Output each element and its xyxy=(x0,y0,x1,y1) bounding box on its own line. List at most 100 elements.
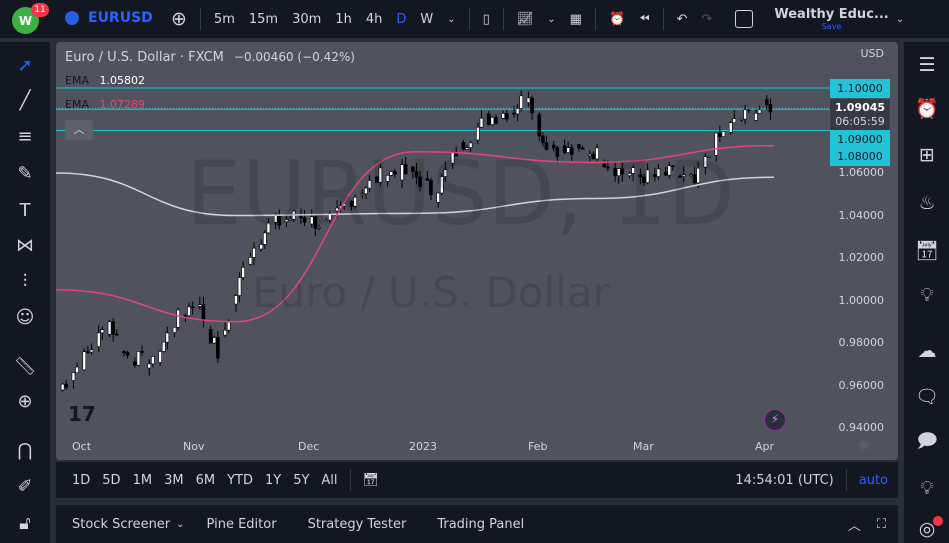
brush-icon[interactable]: ✎ xyxy=(13,162,37,186)
ema-value: 1.07289 xyxy=(99,98,145,111)
trend-line-icon[interactable]: ╱ xyxy=(13,89,37,113)
layout-grid-icon[interactable]: ▦ xyxy=(570,12,582,27)
chevron-down-icon[interactable]: ⌄ xyxy=(896,14,904,25)
unlock-icon[interactable]: 🔓︎ xyxy=(13,512,37,536)
candle-body xyxy=(512,112,516,115)
candle-body xyxy=(114,333,119,336)
undo-icon[interactable]: ↶ xyxy=(677,12,688,27)
cursor-icon[interactable]: ➚ xyxy=(13,54,37,78)
interval-1h[interactable]: 1h xyxy=(335,12,352,27)
ruler-icon[interactable]: 📏︎ xyxy=(13,355,37,379)
tab-stock-screener[interactable]: Stock Screener xyxy=(72,517,170,532)
interval-d[interactable]: D xyxy=(396,12,406,27)
candle-body xyxy=(754,112,758,121)
save-label[interactable]: Save xyxy=(774,22,888,31)
ema-legend-1[interactable]: EMA 1.05802 xyxy=(65,74,145,87)
tab-trading-panel[interactable]: Trading Panel xyxy=(437,517,524,532)
ema-legend-2[interactable]: EMA 1.07289 xyxy=(65,98,145,111)
add-symbol-icon[interactable]: ⊕ xyxy=(171,8,187,30)
candle-body xyxy=(122,351,126,353)
candle-body xyxy=(100,329,105,334)
price-chart[interactable] xyxy=(56,42,898,460)
prediction-icon[interactable]: ⫶ xyxy=(13,270,37,294)
messages-icon[interactable]: 🗩︎ xyxy=(914,428,940,454)
candle-body xyxy=(768,104,773,113)
candle-body xyxy=(133,361,137,366)
range-1m[interactable]: 1M xyxy=(133,473,153,488)
candles-icon[interactable]: ▯ xyxy=(483,12,490,27)
pattern-icon[interactable]: ⋈ xyxy=(13,234,37,258)
range-5y[interactable]: 5Y xyxy=(293,473,309,488)
chevron-down-icon[interactable]: ⌄ xyxy=(447,14,455,25)
interval-w[interactable]: W xyxy=(420,12,433,27)
chart-pane[interactable]: EURUSD, 1D Euro / U.S. Dollar Euro / U.S… xyxy=(56,42,898,460)
redo-icon[interactable]: ↷ xyxy=(701,12,712,27)
text-icon[interactable]: T xyxy=(13,199,37,223)
lightning-icon[interactable]: ⚡︎ xyxy=(764,409,786,431)
interval-30m[interactable]: 30m xyxy=(292,12,321,27)
tab-pine-editor[interactable]: Pine Editor xyxy=(207,517,277,532)
symbol-title[interactable]: Euro / U.S. Dollar · FXCM xyxy=(65,50,224,65)
top-toolbar: W 11 EURUSD ⊕ 5m 15m 30m 1h 4h D W ⌄ ▯ 📈… xyxy=(0,0,949,38)
clock-time[interactable]: 14:54:01 (UTC) xyxy=(735,473,833,488)
settings-sun-icon[interactable]: ☼ xyxy=(857,437,870,455)
auto-scale-button[interactable]: auto xyxy=(859,473,888,488)
tab-strategy-tester[interactable]: Strategy Tester xyxy=(308,517,407,532)
candle-body xyxy=(718,132,722,137)
candle-body xyxy=(125,352,130,356)
last-price-label: 1.09045 06:05:59 xyxy=(830,99,890,130)
candle-body xyxy=(476,126,480,141)
zoom-icon[interactable]: ⊕ xyxy=(13,390,37,414)
candle-body xyxy=(504,113,509,120)
chevron-down-icon[interactable]: ⌄ xyxy=(547,14,555,25)
lock-drawing-icon[interactable]: ✐ xyxy=(13,475,37,499)
calendar-icon[interactable]: 📅︎ xyxy=(914,238,940,264)
interval-4h[interactable]: 4h xyxy=(366,12,383,27)
indicators-icon[interactable]: 📈︎ xyxy=(517,12,534,27)
interval-15m[interactable]: 15m xyxy=(249,12,278,27)
range-all[interactable]: All xyxy=(321,473,337,488)
add-list-icon[interactable]: ⊞ xyxy=(914,142,940,168)
alert-label-1[interactable]: 1.10000 xyxy=(830,79,890,98)
collapse-legend-button[interactable]: ︿ xyxy=(65,120,93,140)
emoji-icon[interactable]: ☺ xyxy=(13,306,37,330)
chat-icon[interactable]: 🗨︎ xyxy=(914,384,940,410)
watermark-symbol: EURUSD, 1D xyxy=(186,142,735,245)
cloud-icon[interactable]: ☁ xyxy=(914,338,940,364)
range-1y[interactable]: 1Y xyxy=(265,473,281,488)
range-6m[interactable]: 6M xyxy=(196,473,216,488)
replay-icon[interactable]: ⏪︎ xyxy=(639,12,649,27)
alert-add-icon[interactable]: ⏰ xyxy=(609,12,625,27)
candle-body xyxy=(486,113,491,125)
candle-body xyxy=(201,304,206,322)
goto-date-icon[interactable]: 📅︎ xyxy=(363,473,380,488)
candle-body xyxy=(728,122,733,133)
alarm-clock-icon[interactable]: ⏰ xyxy=(914,96,940,122)
range-ytd[interactable]: YTD xyxy=(227,473,253,488)
candle-body xyxy=(82,351,87,371)
candle-body xyxy=(519,95,524,109)
chevron-down-icon[interactable]: ⌄ xyxy=(176,519,184,530)
drawing-toolbar: ➚ ╱ ≡ ✎ T ⋈ ⫶ ☺ 📏︎ ⊕ ⋂ ✐ 🔓︎ xyxy=(0,42,50,543)
price-tick: 1.00000 xyxy=(838,294,885,307)
ideas-bulb-icon[interactable]: 💡︎ xyxy=(914,282,940,308)
candle-body xyxy=(208,329,213,344)
symbol-search[interactable]: EURUSD xyxy=(88,10,153,26)
range-5d[interactable]: 5D xyxy=(102,473,120,488)
candle-body xyxy=(89,349,94,353)
horizontal-lines-icon[interactable]: ≡ xyxy=(13,125,37,149)
alert-label-3[interactable]: 1.08000 xyxy=(830,147,890,166)
maximize-panel-icon[interactable]: ⛶ xyxy=(877,517,886,532)
help-bulb-icon[interactable]: 💡︎ xyxy=(914,475,940,501)
watchlist-icon[interactable]: ☰ xyxy=(914,52,940,78)
currency-selector[interactable]: USD xyxy=(824,47,884,60)
magnet-icon[interactable]: ⋂ xyxy=(13,439,37,463)
range-3m[interactable]: 3M xyxy=(164,473,184,488)
fullscreen-box-icon[interactable] xyxy=(735,10,754,28)
interval-5m[interactable]: 5m xyxy=(214,12,235,27)
collapse-panel-icon[interactable]: ︿ xyxy=(848,515,861,534)
layout-menu[interactable]: Wealthy Educ... Save xyxy=(774,7,888,31)
candle-body xyxy=(198,304,202,307)
hotlists-flame-icon[interactable]: ♨ xyxy=(914,190,940,216)
range-1d[interactable]: 1D xyxy=(72,473,90,488)
